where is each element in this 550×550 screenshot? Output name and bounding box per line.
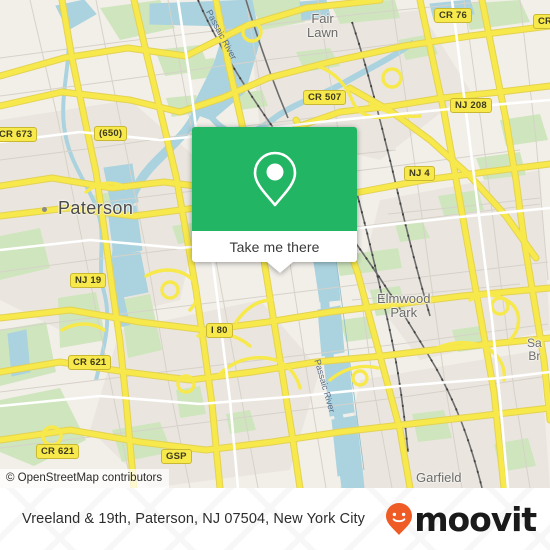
osm-attribution[interactable]: © OpenStreetMap contributors [0, 469, 170, 488]
moovit-pin-icon [386, 503, 413, 535]
place-label-elmwood-park: Elmwood Park [377, 292, 430, 320]
road-shield-cr-507: CR 507 [303, 90, 347, 105]
place-label-fair-lawn: Fair Lawn [307, 12, 338, 40]
take-me-there-label: Take me there [229, 238, 320, 255]
road-shield-nj-208: NJ 208 [450, 98, 492, 113]
place-label-garfield: Garfield [416, 470, 462, 485]
place-label-saddle-brook: Sa Br [527, 337, 542, 363]
place-label-line1: Elmwood [377, 291, 431, 306]
road-shield-nj-4: NJ 4 [404, 166, 435, 181]
road-shield-cr-621-lower: CR 621 [36, 444, 80, 459]
address-label: Vreeland & 19th, Paterson, NJ 07504, New… [22, 511, 365, 527]
moovit-wordmark: moovit [414, 499, 537, 539]
road-shield-nj-19: NJ 19 [70, 273, 107, 288]
road-shield-cr-76: CR 76 [434, 8, 472, 23]
place-label-line2: Lawn [307, 25, 339, 40]
paterson-city-dot [42, 207, 47, 212]
road-shield-cr-edge: CR [533, 14, 550, 29]
place-label-paterson: Paterson [58, 198, 134, 218]
place-label-line1: Fair [311, 11, 334, 26]
road-shield-cr-673: CR 673 [0, 127, 38, 142]
callout-pointer [267, 262, 293, 273]
card-action-area[interactable]: Take me there [192, 231, 357, 273]
road-shield-gsp: GSP [161, 449, 192, 464]
location-callout-card[interactable]: Take me there [192, 127, 357, 273]
road-shield-650: (650) [94, 126, 128, 141]
moovit-logo[interactable]: moovit [385, 499, 537, 539]
footer-bar: Vreeland & 19th, Paterson, NJ 07504, New… [0, 488, 550, 550]
place-label-line2: Park [390, 305, 418, 320]
road-shield-cr-621-upper: CR 621 [68, 355, 112, 370]
map-pin-icon [253, 151, 296, 207]
place-label-line2: Br [528, 349, 541, 363]
map-screenshot: Paterson Fair Lawn Elmwood Park Garfield… [0, 0, 550, 550]
road-shield-i-80: I 80 [206, 323, 233, 338]
card-icon-area [192, 127, 357, 231]
